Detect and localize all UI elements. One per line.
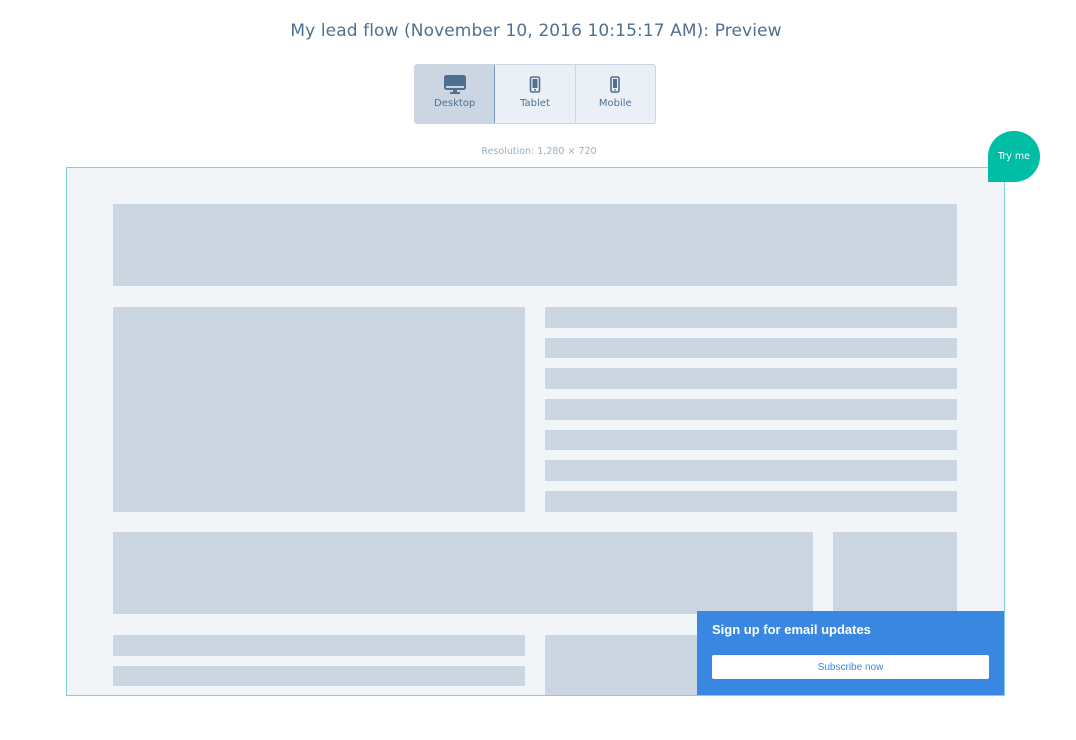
device-label-tablet: Tablet	[520, 98, 550, 109]
placeholder-image	[113, 307, 525, 512]
placeholder-line	[545, 307, 957, 328]
placeholder-line	[545, 368, 957, 389]
placeholder-line	[545, 338, 957, 358]
placeholder-side-block	[833, 532, 957, 614]
try-me-button[interactable]: Try me	[988, 131, 1040, 182]
device-button-tablet[interactable]: Tablet	[495, 65, 576, 123]
tablet-icon	[524, 75, 546, 94]
placeholder-wide-block	[113, 532, 813, 614]
placeholder-line	[113, 635, 525, 656]
popup-headline: Sign up for email updates	[712, 622, 871, 637]
preview-page: My lead flow (November 10, 2016 10:15:17…	[0, 0, 1076, 740]
device-button-desktop[interactable]: Desktop	[415, 65, 496, 123]
placeholder-line	[545, 399, 957, 420]
placeholder-line	[545, 491, 957, 512]
placeholder-line	[545, 460, 957, 481]
page-title: My lead flow (November 10, 2016 10:15:17…	[290, 21, 782, 41]
device-switcher: Desktop Tablet Mobile	[414, 64, 656, 124]
resolution-label: Resolution: 1,280 × 720	[481, 146, 597, 157]
placeholder-line	[113, 666, 525, 686]
subscribe-button[interactable]: Subscribe now	[712, 655, 989, 679]
mobile-icon	[604, 75, 626, 94]
desktop-icon	[443, 75, 466, 94]
device-button-mobile[interactable]: Mobile	[576, 65, 655, 123]
placeholder-banner	[113, 204, 957, 286]
device-label-desktop: Desktop	[434, 98, 476, 109]
lead-flow-popup: Sign up for email updates Subscribe now	[697, 611, 1004, 695]
placeholder-line	[545, 430, 957, 450]
device-label-mobile: Mobile	[598, 98, 632, 109]
